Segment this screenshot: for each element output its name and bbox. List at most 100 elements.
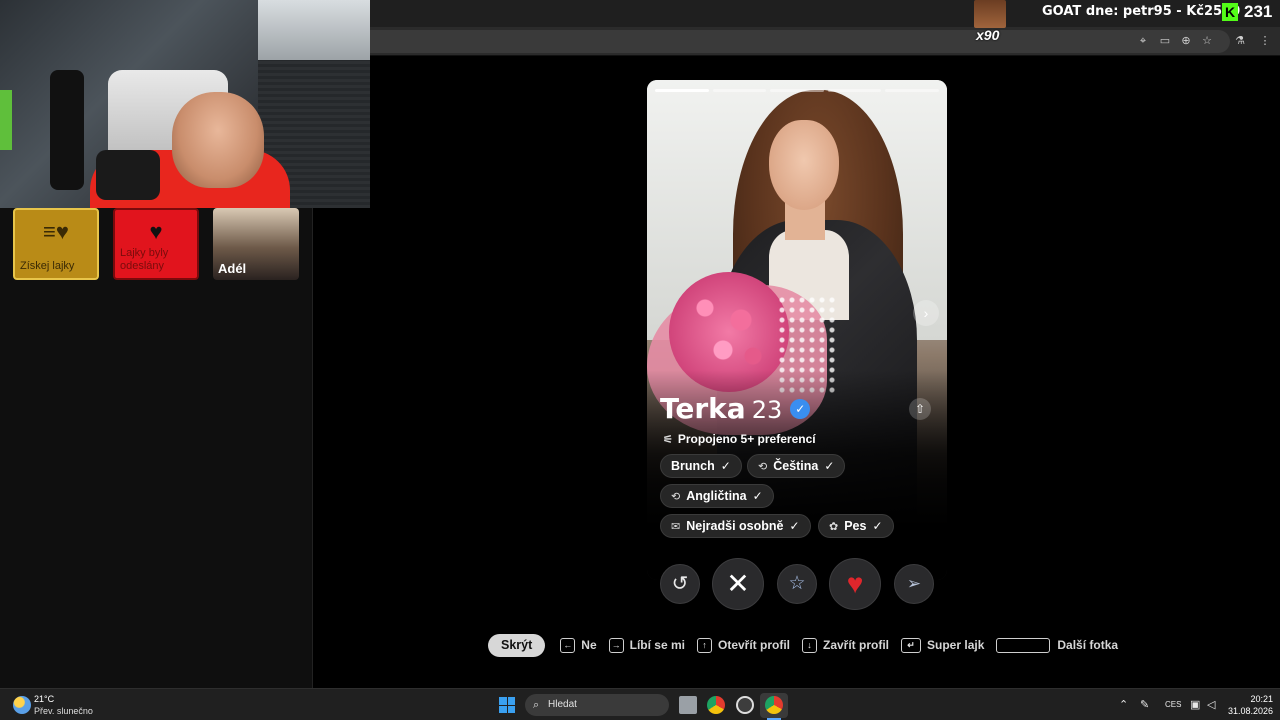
kick-logo-icon: K [1222,3,1238,21]
matches-panel: ≡♥ Získej lajky ♥ Lajky byly odeslány Ad… [0,208,313,688]
tray-expand-icon[interactable]: ⌃ [1119,698,1128,711]
chrome-active-icon[interactable] [765,696,783,714]
pet-icon: ✿ [829,520,839,533]
preferences-row: ⚟ Propojeno 5+ preferencí [663,432,816,446]
weather-temperature: 21°C [34,694,55,704]
menu-icon[interactable]: ⋮ [1258,34,1272,48]
nope-button[interactable]: ✕ [712,558,764,610]
chip-label: Pes [844,519,867,533]
super-like-button[interactable]: ☆ [777,564,817,604]
taskbar-search[interactable]: ⌕ Hledat [525,694,669,716]
match-tile-adel[interactable]: Adél [213,208,299,280]
hint-label: Líbí se mi [629,638,685,652]
search-placeholder: Hledat [548,699,577,710]
chip-brunch: Brunch ✓ [660,454,742,478]
arrow-right-key-icon: → [608,637,624,653]
multiplier-label: x90 [976,27,1000,43]
action-buttons: ↺ ✕ ☆ ♥ ➢ [660,558,940,612]
language-icon: ⟲ [671,490,681,503]
webcam-window [258,0,370,60]
check-icon: ✓ [824,459,835,473]
webcam-streamer-head [172,92,264,188]
arrow-up-key-icon: ↑ [696,637,712,653]
chip-cestina: ⟲ Čeština ✓ [747,454,846,478]
next-photo-arrow-icon[interactable]: › [913,300,939,326]
chip-label: Brunch [671,459,715,473]
webcam-green-light [0,90,12,150]
open-profile-arrow-icon[interactable]: ⇧ [909,398,931,420]
webcam-microphone [50,70,84,190]
undo-button[interactable]: ↺ [660,564,700,604]
hint-label: Další fotka [1057,638,1119,652]
profile-name: Terka [660,392,746,425]
send-icon: ➢ [906,574,922,593]
hint-open-profile: ↑ Otevřít profil [696,637,790,653]
hint-like: → Líbí se mi [608,637,685,653]
preferences-text: Propojeno 5+ preferencí [677,432,816,446]
file-explorer-icon[interactable] [679,696,697,714]
screen: ⌖ ▭ ⊕ ☆ ⚗ ⋮ x90 GOAT dne: petr95 - Kč255… [0,0,1280,720]
webcam-overlay [0,0,370,208]
profile-age: 23 [751,396,783,424]
check-icon: ✓ [720,459,731,473]
photo-progress-segment [885,89,939,92]
like-button[interactable]: ♥ [829,558,881,610]
likes-sent-tile[interactable]: ♥ Lajky byly odeslány [113,208,199,280]
clock-time[interactable]: 20:21 [1245,694,1273,704]
tray-pen-icon[interactable]: ✎ [1140,698,1149,711]
profile-header: Terka 23 ✓ [660,392,811,425]
hint-label: Otevřít profil [717,638,790,652]
windows-start-icon[interactable] [499,697,515,713]
check-icon: ✓ [789,519,800,533]
language-icon: ⟲ [758,460,768,473]
photo-progress-segment [827,89,882,92]
keyboard-hints: Skrýt ← Ne → Líbí se mi ↑ Otevřít profil… [488,633,1130,657]
boost-heart-icon: ≡♥ [43,219,69,244]
message-icon: ✉ [671,520,681,533]
chip-label: Čeština [773,459,819,473]
chip-label: Angličtina [686,489,747,503]
weather-icon[interactable] [13,696,31,714]
hint-label: Zavřít profil [823,638,890,652]
chip-label: Nejradši osobně [686,519,784,533]
location-icon[interactable]: ⌖ [1136,34,1150,48]
boost-button[interactable]: ➢ [894,564,934,604]
star-icon: ☆ [788,573,806,594]
heart-icon: ♥ [846,568,864,599]
match-name: Adél [218,261,247,276]
viewer-count: 231 [1244,2,1273,21]
sliders-icon: ⚟ [663,433,673,446]
verified-badge-icon: ✓ [790,398,811,419]
hint-label: Super lajk [927,638,985,652]
heart-icon: ♥ [149,219,163,244]
address-bar[interactable] [370,30,1230,53]
volume-icon[interactable]: ◁ [1207,698,1215,711]
chip-anglictina: ⟲ Angličtina ✓ [660,484,774,508]
zoom-icon[interactable]: ⊕ [1179,34,1193,48]
space-key-icon [996,637,1051,653]
network-icon[interactable]: ▣ [1190,698,1200,711]
labs-icon[interactable]: ⚗ [1233,34,1247,48]
search-icon: ⌕ [533,699,540,711]
language-indicator[interactable]: CES [1165,700,1181,709]
clock-date[interactable]: 31.08.2026 [1227,706,1273,716]
undo-icon: ↺ [671,573,689,595]
chip-nejradsi-osobne: ✉ Nejradši osobně ✓ [660,514,811,538]
hide-hints-button[interactable]: Skrýt [488,633,546,657]
hint-no: ← Ne [560,637,597,653]
close-icon: ✕ [726,568,750,599]
photo-progress-segment [712,89,767,92]
chrome-icon[interactable] [707,696,725,714]
check-icon: ✓ [872,519,883,533]
get-likes-tile[interactable]: ≡♥ Získej lajky [13,208,99,280]
goat-of-day-label: GOAT dne: petr95 - Kč2550 [1042,4,1241,19]
bookmark-star-icon[interactable]: ☆ [1200,34,1214,48]
profile-card[interactable]: › ⇧ Terka 23 ✓ ⚟ Propojeno 5+ preferencí… [647,80,947,580]
photo-progress-segment [655,89,709,92]
obs-icon[interactable] [736,696,754,714]
windows-taskbar: 21°C Přev. slunečno ⌕ Hledat ⌃ ✎ CES ▣ ◁… [0,688,1280,720]
photo-progress-bar [655,89,939,92]
check-icon: ✓ [752,489,763,503]
likes-sent-label: Lajky byly odeslány [120,247,169,272]
cast-icon[interactable]: ▭ [1158,34,1172,48]
